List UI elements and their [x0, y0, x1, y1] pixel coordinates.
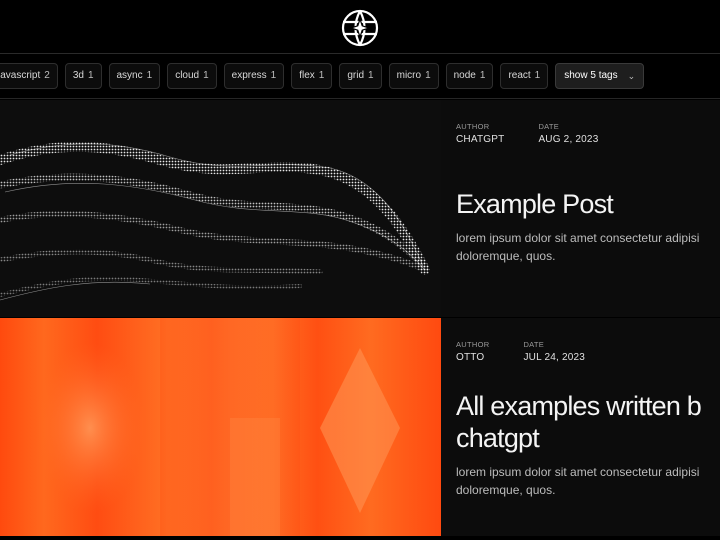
- title-line: All examples written b: [456, 391, 702, 421]
- tag-count: 1: [318, 70, 325, 81]
- tag-flex[interactable]: flex 1: [291, 63, 333, 89]
- date-value: JUL 24, 2023: [523, 352, 585, 363]
- divider: [0, 98, 720, 99]
- author-value: OTTO: [456, 352, 485, 363]
- post-excerpt: lorem ipsum dolor sit amet consectetur a…: [456, 229, 699, 265]
- title-line: chatgpt: [456, 423, 540, 453]
- tag-label: express: [231, 70, 267, 81]
- tag-label: async: [116, 70, 143, 81]
- tag-label: react: [508, 70, 531, 81]
- show-more-tags-button[interactable]: show 5 tags ⌄: [555, 63, 645, 89]
- tag-react[interactable]: react 1: [500, 63, 549, 89]
- globe-star-icon[interactable]: [340, 8, 380, 48]
- post-date: DATE JUL 24, 2023: [523, 340, 585, 363]
- tag-grid[interactable]: grid 1: [339, 63, 382, 89]
- post-excerpt: lorem ipsum dolor sit amet consectetur a…: [456, 463, 699, 499]
- tag-label: node: [453, 70, 476, 81]
- post-author: AUTHOR CHATGPT: [456, 122, 504, 145]
- author-label: AUTHOR: [456, 340, 490, 349]
- tag-count: 1: [479, 70, 486, 81]
- show-more-label: show 5 tags: [564, 70, 618, 81]
- post-meta: AUTHOR OTTO DATE JUL 24, 2023: [456, 340, 585, 363]
- tag-cloud[interactable]: cloud 1: [167, 63, 217, 89]
- tag-count: 1: [534, 70, 541, 81]
- post-author: AUTHOR OTTO: [456, 340, 489, 363]
- tag-count: 1: [203, 70, 209, 81]
- date-value: AUG 2, 2023: [538, 134, 599, 145]
- post-thumbnail-particle-wave[interactable]: [0, 100, 441, 317]
- excerpt-line: lorem ipsum dolor sit amet consectetur a…: [456, 231, 700, 245]
- post-meta: AUTHOR CHATGPT DATE AUG 2, 2023: [456, 122, 598, 145]
- tag-filter-bar: javascript 2 3d 1 async 1 cloud 1 express 1 f…: [0, 63, 645, 89]
- tag-label: grid: [347, 70, 365, 81]
- post-thumbnail-orange-gradient[interactable]: [0, 318, 441, 536]
- author-label: AUTHOR: [456, 122, 490, 131]
- date-label: DATE: [538, 122, 560, 131]
- tag-count: 1: [368, 70, 374, 81]
- post-card[interactable]: AUTHOR CHATGPT DATE AUG 2, 2023 Example …: [0, 100, 720, 317]
- post-title[interactable]: Example Post: [456, 188, 614, 220]
- tag-label: flex: [299, 70, 315, 81]
- author-value: CHATGPT: [456, 134, 505, 145]
- tag-label: javascript: [0, 70, 41, 81]
- tag-async[interactable]: async 1: [108, 63, 161, 89]
- tag-express[interactable]: express 1: [223, 63, 285, 89]
- tag-count: 2: [44, 70, 50, 81]
- post-card[interactable]: AUTHOR OTTO DATE JUL 24, 2023 All exampl…: [0, 318, 720, 536]
- tag-3d[interactable]: 3d 1: [64, 63, 102, 89]
- tag-label: 3d: [72, 70, 84, 81]
- tag-count: 1: [146, 70, 153, 81]
- tag-count: 1: [87, 70, 94, 81]
- post-title[interactable]: All examples written b chatgpt: [456, 390, 702, 454]
- site-header: [0, 0, 720, 54]
- excerpt-line: lorem ipsum dolor sit amet consectetur a…: [456, 465, 700, 479]
- tag-node[interactable]: node 1: [445, 63, 494, 89]
- excerpt-line: doloremque, quos.: [456, 249, 556, 263]
- tag-label: micro: [396, 70, 422, 81]
- chevron-down-icon: ⌄: [627, 71, 636, 81]
- tag-javascript[interactable]: javascript 2: [0, 63, 58, 89]
- excerpt-line: doloremque, quos.: [456, 483, 556, 497]
- tag-micro[interactable]: micro 1: [388, 63, 439, 89]
- post-date: DATE AUG 2, 2023: [538, 122, 598, 145]
- tag-label: cloud: [175, 70, 200, 81]
- tag-count: 1: [270, 70, 277, 81]
- tag-count: 1: [425, 70, 431, 81]
- date-label: DATE: [523, 340, 545, 349]
